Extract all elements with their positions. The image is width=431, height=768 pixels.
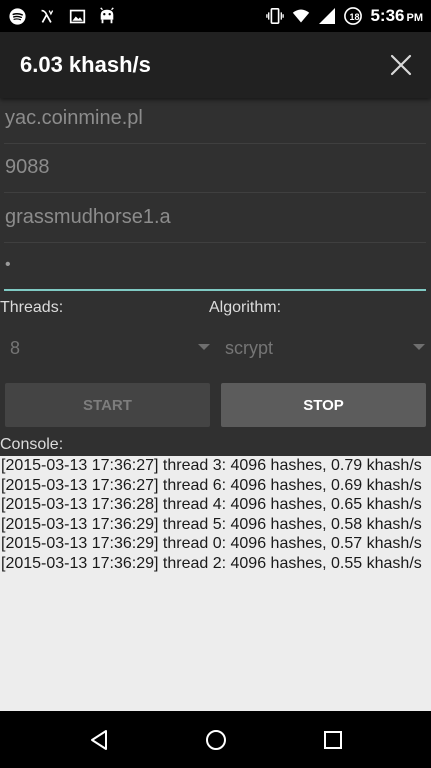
password-field[interactable]: • [4,241,426,291]
console-line: [2015-03-13 17:36:27] thread 6: 4096 has… [1,476,422,494]
algorithm-spinner[interactable]: scrypt [225,328,425,368]
stop-button[interactable]: STOP [221,383,426,427]
url-field[interactable]: yac.coinmine.pl [4,94,426,144]
threads-dropdown-icon [198,344,210,350]
image-icon [68,7,86,25]
url-field-value: yac.coinmine.pl [5,107,143,129]
android-icon [98,7,116,25]
status-bar: 18 5:36 PM [0,0,431,32]
close-button[interactable] [385,49,417,81]
wifi-icon [292,7,310,25]
console-line: [2015-03-13 17:36:27] thread 3: 4096 has… [1,457,422,474]
lambda-icon [38,7,56,25]
signal-icon [318,7,336,25]
console-line: [2015-03-13 17:36:29] thread 5: 4096 has… [1,515,422,533]
battery-level: 18 [349,12,360,22]
port-field-value: 9088 [5,156,50,178]
port-field[interactable]: 9088 [4,143,426,193]
start-button[interactable]: START [5,383,210,427]
recents-icon [323,730,342,749]
app-bar: 6.03 khash/s [0,32,431,98]
recents-button[interactable] [313,720,353,760]
user-field[interactable]: grassmudhorse1.a [4,193,426,243]
console-output[interactable]: [2015-03-13 17:36:27] thread 3: 4096 has… [0,456,431,711]
console-line: [2015-03-13 17:36:29] thread 2: 4096 has… [1,554,422,572]
battery-icon: 18 [344,7,363,25]
back-button[interactable] [79,720,119,760]
home-icon [205,729,226,750]
home-button[interactable] [196,720,236,760]
threads-label: Threads: [0,299,64,316]
algorithm-dropdown-icon [413,344,425,350]
console-line: [2015-03-13 17:36:28] thread 4: 4096 has… [1,496,422,513]
threads-spinner[interactable]: 8 [10,328,210,368]
back-icon [90,729,107,750]
password-field-value: • [5,256,11,273]
console-line: [2015-03-13 17:36:29] thread 0: 4096 has… [1,535,422,552]
spotify-icon [8,7,26,25]
navigation-bar [0,711,431,768]
vibrate-icon [266,7,285,25]
algorithm-spinner-value: scrypt [225,337,274,358]
hashrate-title: 6.03 khash/s [20,52,151,77]
status-time-value: 5:36 [370,6,405,25]
console-label: Console: [0,436,64,453]
close-icon [390,54,412,76]
user-field-value: grassmudhorse1.a [5,206,171,228]
status-time: 5:36 PM [370,6,423,26]
threads-spinner-value: 8 [10,337,21,358]
algorithm-label: Algorithm: [209,299,282,316]
status-time-ampm: PM [406,12,424,24]
